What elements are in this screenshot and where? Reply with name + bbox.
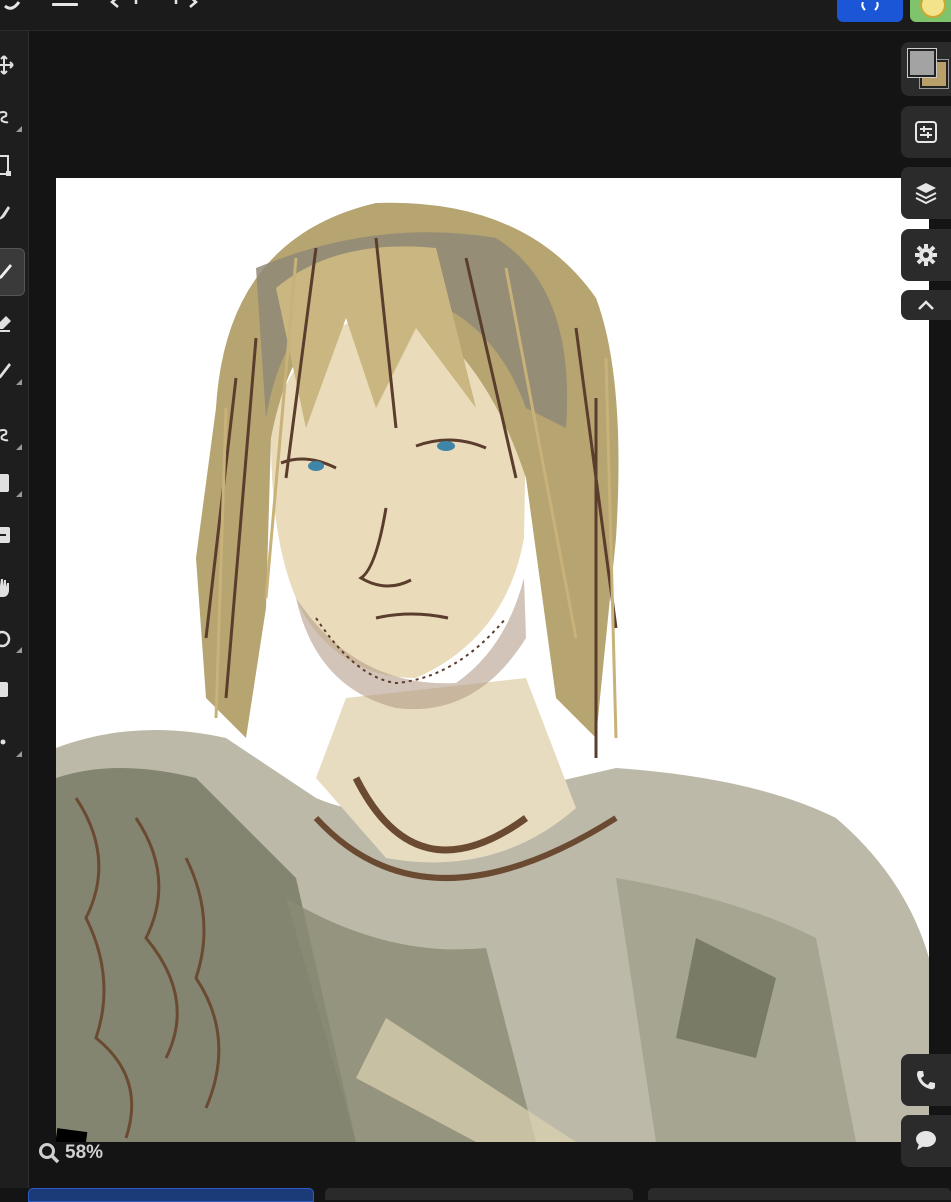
brush-icon: [0, 264, 12, 279]
chat-button[interactable]: [901, 1115, 951, 1167]
tool-dot[interactable]: [0, 723, 24, 763]
hand-icon: [0, 579, 9, 597]
chevron-up-icon: [918, 300, 934, 310]
bottom-tabs: [0, 1188, 951, 1202]
undo-icon[interactable]: [110, 0, 144, 8]
tool-move[interactable]: [0, 45, 24, 85]
layers-icon: [915, 183, 937, 205]
settings-icon: [915, 244, 937, 266]
rotate-icon: [0, 630, 11, 648]
share-icon: [861, 2, 879, 11]
collapse-panel-button[interactable]: [901, 290, 951, 320]
adjustments-icon: [915, 121, 937, 143]
layers-button[interactable]: [901, 167, 951, 219]
tool-lasso[interactable]: [0, 98, 24, 138]
canvas-area[interactable]: [29, 31, 951, 1142]
tool-selection[interactable]: [0, 416, 24, 456]
rectangle-icon: [0, 474, 9, 492]
avatar[interactable]: [910, 0, 951, 22]
chat-icon: [916, 1131, 936, 1150]
fill-icon: [0, 682, 8, 697]
eraser-icon: [0, 316, 11, 332]
tool-pen[interactable]: [0, 351, 24, 391]
artwork: [56, 202, 929, 1142]
call-button[interactable]: [901, 1054, 951, 1106]
tool-sidebar: [0, 31, 29, 1188]
tool-eraser[interactable]: [0, 303, 24, 343]
lasso-icon: [0, 111, 9, 124]
share-button[interactable]: [837, 0, 903, 22]
bottom-tab-3[interactable]: [648, 1188, 951, 1200]
color-swatch[interactable]: [901, 42, 951, 96]
menu-icon[interactable]: [52, 0, 78, 14]
add-layer-icon: [0, 527, 10, 543]
dot-icon: [0, 739, 6, 745]
phone-icon: [917, 1071, 935, 1090]
zoom-level: 58%: [65, 1142, 104, 1163]
tool-add-layer[interactable]: [0, 515, 24, 555]
tool-smudge[interactable]: [0, 193, 24, 233]
adjustments-button[interactable]: [901, 106, 951, 158]
tool-rotate[interactable]: [0, 619, 24, 659]
drawing-canvas[interactable]: [56, 178, 929, 1142]
tool-rectangle[interactable]: [0, 463, 24, 503]
search-icon: [39, 1143, 60, 1164]
selection-icon: [0, 429, 9, 442]
tool-transform[interactable]: [0, 145, 24, 185]
pen-icon: [0, 363, 11, 379]
zoom-indicator[interactable]: 58%: [38, 1140, 103, 1166]
move-icon: [0, 55, 14, 75]
bottom-tab-2[interactable]: [325, 1188, 633, 1200]
smudge-icon: [0, 206, 10, 220]
transform-icon: [0, 155, 11, 176]
back-icon[interactable]: [4, 0, 20, 12]
top-bar: [0, 0, 951, 31]
foreground-color[interactable]: [907, 48, 937, 78]
settings-button[interactable]: [901, 229, 951, 281]
redo-icon[interactable]: [166, 0, 200, 8]
tool-fill[interactable]: [0, 669, 24, 709]
tool-brush[interactable]: [0, 248, 25, 296]
tool-hand[interactable]: [0, 568, 24, 608]
